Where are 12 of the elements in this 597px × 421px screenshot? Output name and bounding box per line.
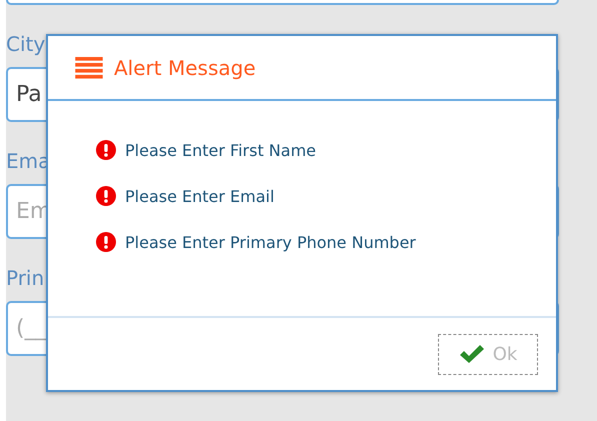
menu-icon (74, 56, 104, 78)
error-message: Please Enter Primary Phone Number (125, 232, 416, 252)
error-icon (96, 140, 116, 160)
error-icon (96, 232, 116, 252)
error-message: Please Enter First Name (125, 140, 316, 160)
field-label: Prin (6, 265, 46, 291)
error-message: Please Enter Email (125, 186, 274, 206)
error-icon (96, 186, 116, 206)
dialog-title: Alert Message (114, 56, 256, 80)
ok-button[interactable]: Ok (438, 334, 538, 374)
checkmark-icon (458, 344, 485, 364)
field-label: City (6, 31, 46, 57)
